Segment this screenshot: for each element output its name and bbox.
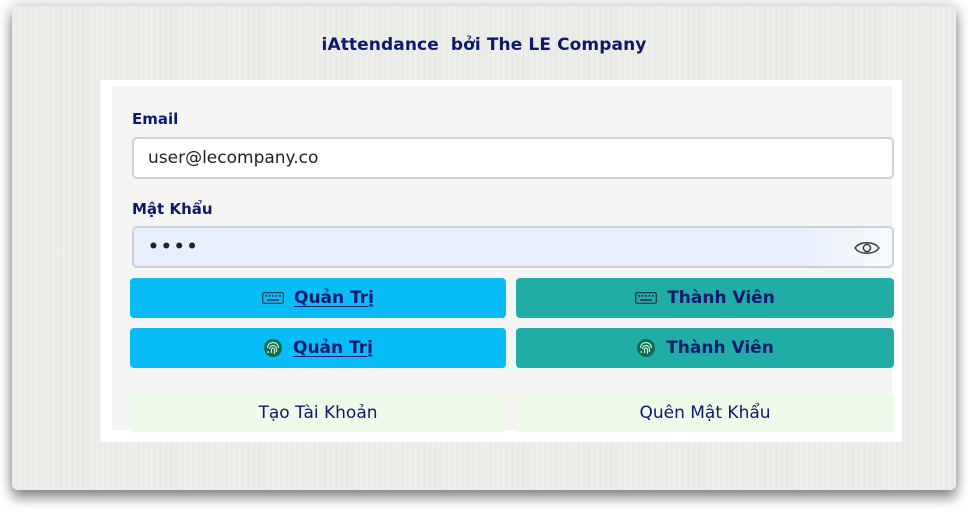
member-keyboard-login-label: Thành Viên <box>667 288 775 308</box>
keyboard-icon <box>262 292 284 304</box>
login-form-panel: Email Mật Khẩu <box>100 80 902 442</box>
keyboard-icon <box>635 292 658 304</box>
admin-fingerprint-login-label: Quản Trị <box>293 338 373 358</box>
login-card: iAttendance bởi The LE Company Email Mật… <box>12 6 956 490</box>
admin-keyboard-login-button[interactable]: Quản Trị <box>130 278 506 318</box>
password-input[interactable] <box>132 226 894 268</box>
admin-fingerprint-login-button[interactable]: Quản Trị <box>130 328 506 368</box>
member-keyboard-login-button[interactable]: Thành Viên <box>516 278 894 318</box>
admin-keyboard-login-label: Quản Trị <box>294 288 374 308</box>
forgot-password-label: Quên Mật Khẩu <box>639 403 771 423</box>
fingerprint-icon <box>264 339 282 357</box>
email-input[interactable] <box>132 137 894 179</box>
email-label: Email <box>132 110 179 128</box>
create-account-button[interactable]: Tạo Tài Khoản <box>130 394 506 432</box>
forgot-password-button[interactable]: Quên Mật Khẩu <box>516 394 894 432</box>
member-fingerprint-login-button[interactable]: Thành Viên <box>516 328 894 368</box>
password-label: Mật Khẩu <box>132 200 213 218</box>
fingerprint-icon <box>637 339 656 357</box>
app-title: iAttendance bởi The LE Company <box>321 35 647 55</box>
eye-icon[interactable] <box>854 240 880 256</box>
create-account-label: Tạo Tài Khoản <box>258 403 378 423</box>
login-screen: iAttendance bởi The LE Company Email Mật… <box>0 0 968 525</box>
login-form: Email Mật Khẩu <box>112 86 894 432</box>
member-fingerprint-login-label: Thành Viên <box>666 338 774 358</box>
